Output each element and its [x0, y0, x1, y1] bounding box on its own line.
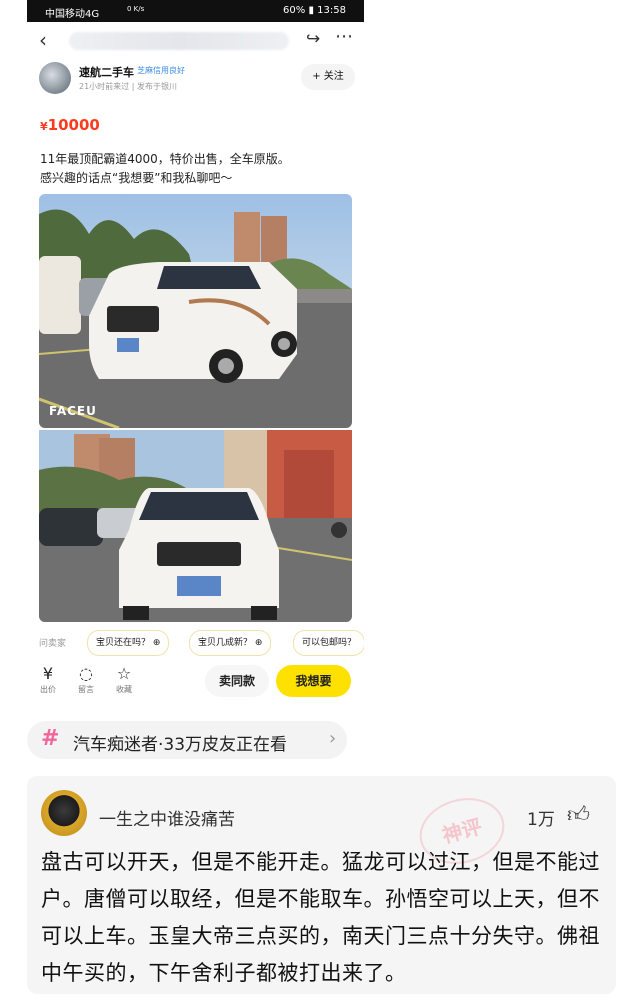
bid-label: 出价: [40, 685, 56, 694]
chip-label: 宝贝还在吗？: [96, 638, 151, 648]
phone-screenshot: 中国移动4G 0 K/s 60% ▮ 13:58 ‹ ↪ ⋯ 速航二手车 芝麻信…: [27, 0, 364, 706]
seller-avatar[interactable]: [39, 62, 71, 94]
favorite-action[interactable]: ☆ 收藏: [109, 664, 139, 695]
currency-symbol: ¥: [40, 120, 48, 133]
arrow-up-icon: ⊕: [152, 638, 161, 648]
clock: 13:58: [317, 5, 346, 16]
seller-meta: 21小时前来过 | 发布于银川: [79, 82, 177, 91]
comment-action[interactable]: ◌ 留言: [71, 664, 101, 695]
bid-action[interactable]: ¥ 出价: [33, 664, 63, 695]
topic-pill[interactable]: # 汽车痴迷者·33万皮友正在看 ›: [27, 721, 347, 759]
listing-price: ¥10000: [40, 116, 100, 134]
status-bar: 中国移动4G 0 K/s 60% ▮ 13:58: [27, 0, 364, 22]
blurred-search-bar[interactable]: [69, 32, 289, 50]
car-photo-1-image: [39, 194, 352, 428]
hashtag-icon: #: [41, 726, 60, 751]
bottom-action-bar: ¥ 出价 ◌ 留言 ☆ 收藏 卖同款 我想要: [27, 662, 364, 706]
chat-bubble-icon: ◌: [79, 664, 93, 683]
listing-description: 11年最顶配霸道4000，特价出售，全车原版。 感兴趣的话点“我想要”和我私聊吧…: [40, 150, 360, 188]
follow-button[interactable]: + 关注: [301, 64, 355, 90]
favorite-label: 收藏: [116, 685, 132, 694]
chip-label: 可以包邮吗？: [302, 638, 357, 648]
carrier-label: 中国移动4G: [45, 9, 100, 20]
ask-seller-label: 问卖家: [39, 639, 67, 649]
like-count: 1万: [527, 810, 555, 830]
chevron-right-icon: ›: [329, 728, 337, 749]
seller-header: 速航二手车 芝麻信用良好 21小时前来过 | 发布于银川 + 关注: [39, 62, 359, 96]
arrow-up-icon: ⊕: [254, 638, 263, 648]
topic-text: 汽车痴迷者·33万皮友正在看: [73, 735, 288, 755]
more-icon[interactable]: ⋯: [335, 26, 354, 47]
price-value: 10000: [47, 116, 100, 134]
car-photo-front[interactable]: [39, 430, 352, 622]
want-button[interactable]: 我想要: [276, 665, 351, 697]
quick-question-chip[interactable]: 宝贝还在吗？ ⊕: [87, 630, 170, 656]
description-line-2: 感兴趣的话点“我想要”和我私聊吧～: [40, 171, 233, 185]
top-nav: ‹ ↪ ⋯: [27, 22, 364, 60]
car-photo-front-angle[interactable]: FACEU: [39, 194, 352, 428]
yen-circle-icon: ¥: [42, 664, 54, 683]
battery-icon: ▮: [308, 5, 314, 16]
description-line-1: 11年最顶配霸道4000，特价出售，全车原版。: [40, 152, 290, 166]
chip-label: 宝贝几成新？: [198, 638, 253, 648]
commenter-avatar[interactable]: [41, 790, 87, 836]
car-photo-2-image: [39, 430, 352, 622]
quick-question-chip[interactable]: 可以包邮吗？: [293, 630, 364, 656]
comment-label: 留言: [78, 685, 94, 694]
status-right: 60% ▮ 13:58: [283, 5, 346, 16]
quick-question-chip[interactable]: 宝贝几成新？ ⊕: [189, 630, 272, 656]
faceu-watermark: FACEU: [49, 404, 97, 418]
network-speed: 0 K/s: [127, 5, 145, 13]
commenter-name[interactable]: 一生之中谁没痛苦: [99, 805, 235, 830]
comment-card: 一生之中谁没痛苦 神评 1万 👍︎ 盘古可以开天，但是不能开走。猛龙可以过江，但…: [27, 776, 616, 994]
star-icon: ☆: [116, 664, 132, 683]
thumbs-up-icon[interactable]: 👍︎: [567, 801, 590, 828]
ask-seller-row: 问卖家 宝贝还在吗？ ⊕ 宝贝几成新？ ⊕ 可以包邮吗？: [39, 629, 364, 656]
comment-text: 盘古可以开天，但是不能开走。猛龙可以过江，但是不能过户。唐僧可以取经，但是不能取…: [41, 850, 600, 985]
battery-percent: 60%: [283, 5, 306, 16]
share-icon[interactable]: ↪: [306, 29, 320, 49]
back-icon[interactable]: ‹: [39, 28, 47, 52]
credit-badge: 芝麻信用良好: [137, 66, 185, 75]
seller-name[interactable]: 速航二手车: [79, 64, 134, 80]
sell-same-button[interactable]: 卖同款: [205, 665, 269, 697]
